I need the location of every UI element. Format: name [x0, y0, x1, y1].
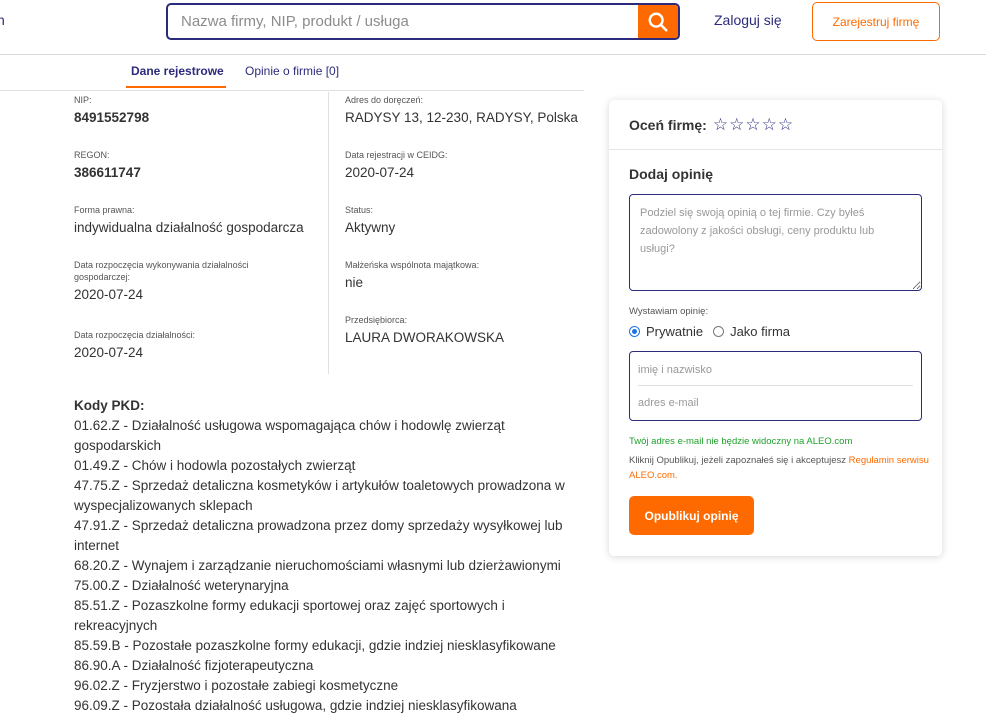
terms-text: Kliknij Opublikuj, jeżeli zapoznałeś się… — [629, 455, 849, 466]
field-value: RADYSY 13, 12-230, RADYSY, Polska — [345, 110, 578, 125]
top-header: n Zaloguj się Zarejestruj firmę — [0, 0, 986, 55]
field-label: NIP: — [74, 95, 92, 105]
rate-company-row: Oceń firmę: ☆ ☆ ☆ ☆ ☆ — [629, 116, 793, 133]
field-value: nie — [345, 275, 364, 290]
add-review-title: Dodaj opinię — [629, 166, 713, 182]
pkd-codes-section: Kody PKD: 01.62.Z - Działalność usługowa… — [74, 396, 574, 716]
contact-fields — [629, 351, 922, 421]
field-activity-start-date: Data rozpoczęcia działalności: 2020-07-2… — [74, 329, 314, 361]
email-privacy-note: Twój adres e-mail nie będzie widoczny na… — [629, 436, 853, 447]
radio-company-label[interactable]: Jako firma — [730, 324, 790, 339]
reviewer-type-radio-group: Prywatnie Jako firma — [629, 324, 790, 339]
field-legal-form: Forma prawna: indywidualna działalność g… — [74, 204, 319, 236]
field-value: indywidualna działalność gospodarcza — [74, 220, 304, 235]
field-label: Małżeńska wspólnota majątkowa: — [345, 260, 480, 270]
email-input[interactable] — [638, 388, 913, 418]
review-card: Oceń firmę: ☆ ☆ ☆ ☆ ☆ Dodaj opinię Wysta… — [609, 100, 942, 556]
pkd-item: 75.00.Z - Działalność weterynaryjna — [74, 578, 289, 593]
publish-review-button[interactable]: Opublikuj opinię — [629, 496, 754, 535]
field-value: 386611747 — [74, 165, 141, 180]
name-input[interactable] — [638, 354, 913, 386]
star-rating: ☆ ☆ ☆ ☆ ☆ — [713, 116, 793, 133]
field-value: 8491552798 — [74, 110, 150, 125]
field-label: Data rejestracji w CEIDG: — [345, 150, 448, 160]
tab-company-reviews[interactable]: Opinie o firmie [0] — [245, 64, 339, 78]
search-button[interactable] — [638, 5, 678, 38]
card-divider — [609, 149, 942, 150]
radio-private[interactable] — [629, 326, 640, 337]
pkd-item: 01.49.Z - Chów i hodowla pozostałych zwi… — [74, 458, 356, 473]
star-outline-icon[interactable]: ☆ — [778, 116, 793, 133]
field-label: REGON: — [74, 150, 110, 160]
logo-fragment[interactable]: n — [0, 12, 5, 28]
review-textarea[interactable] — [629, 194, 922, 291]
pkd-item: 68.20.Z - Wynajem i zarządzanie nierucho… — [74, 558, 561, 573]
pkd-item: 85.51.Z - Pozaszkolne formy edukacji spo… — [74, 598, 505, 633]
pkd-item: 86.90.A - Działalność fizjoterapeutyczna — [74, 658, 314, 673]
terms-notice: Kliknij Opublikuj, jeżeli zapoznałeś się… — [629, 453, 929, 483]
pkd-item: 47.75.Z - Sprzedaż detaliczna kosmetyków… — [74, 478, 565, 513]
pkd-item: 96.09.Z - Pozostała działalność usługowa… — [74, 698, 517, 713]
field-value: 2020-07-24 — [74, 287, 144, 302]
company-tabs: Dane rejestrowe Opinie o firmie [0] — [0, 55, 584, 91]
field-value: 2020-07-24 — [74, 345, 144, 360]
register-company-button[interactable]: Zarejestruj firmę — [812, 2, 940, 41]
field-label: Data rozpoczęcia wykonywania działalnośc… — [74, 260, 249, 282]
field-label: Przedsiębiorca: — [345, 315, 408, 325]
field-label: Adres do doręczeń: — [345, 95, 424, 105]
star-outline-icon[interactable]: ☆ — [762, 116, 777, 133]
field-marital-property: Małżeńska wspólnota majątkowa: nie — [345, 259, 580, 291]
field-value: LAURA DWORAKOWSKA — [345, 330, 505, 345]
field-regon: REGON: 386611747 — [74, 149, 314, 181]
pkd-item: 47.91.Z - Sprzedaż detaliczna prowadzona… — [74, 518, 563, 553]
field-status: Status: Aktywny — [345, 204, 580, 236]
star-outline-icon[interactable]: ☆ — [745, 116, 760, 133]
field-nip: NIP: 8491552798 — [74, 94, 314, 126]
tab-registration-data[interactable]: Dane rejestrowe — [131, 64, 224, 78]
field-label: Status: — [345, 205, 374, 215]
rate-label: Oceń firmę: — [629, 116, 707, 133]
radio-company[interactable] — [713, 326, 725, 337]
column-divider — [328, 92, 329, 374]
pkd-title: Kody PKD: — [74, 398, 145, 413]
login-link[interactable]: Zaloguj się — [714, 12, 782, 28]
field-value: Aktywny — [345, 220, 396, 235]
issue-as-label: Wystawiam opinię: — [629, 306, 709, 317]
pkd-item: 85.59.B - Pozostałe pozaszkolne formy ed… — [74, 638, 556, 653]
field-business-start-date: Data rozpoczęcia wykonywania działalnośc… — [74, 259, 294, 303]
search-bar — [166, 3, 680, 40]
star-outline-icon[interactable]: ☆ — [729, 116, 744, 133]
field-label: Forma prawna: — [74, 205, 135, 215]
field-value: 2020-07-24 — [345, 165, 415, 180]
field-entrepreneur: Przedsiębiorca: LAURA DWORAKOWSKA — [345, 314, 580, 346]
search-icon — [648, 12, 668, 32]
radio-private-label[interactable]: Prywatnie — [646, 324, 703, 339]
star-outline-icon[interactable]: ☆ — [713, 116, 728, 133]
search-input[interactable] — [168, 5, 640, 38]
pkd-item: 96.02.Z - Fryzjerstwo i pozostałe zabieg… — [74, 678, 399, 693]
active-tab-indicator — [126, 86, 226, 88]
field-delivery-address: Adres do doręczeń: RADYSY 13, 12-230, RA… — [345, 94, 580, 126]
pkd-item: 01.62.Z - Działalność usługowa wspomagaj… — [74, 418, 505, 453]
field-ceidg-registration-date: Data rejestracji w CEIDG: 2020-07-24 — [345, 149, 580, 181]
field-label: Data rozpoczęcia działalności: — [74, 330, 196, 340]
